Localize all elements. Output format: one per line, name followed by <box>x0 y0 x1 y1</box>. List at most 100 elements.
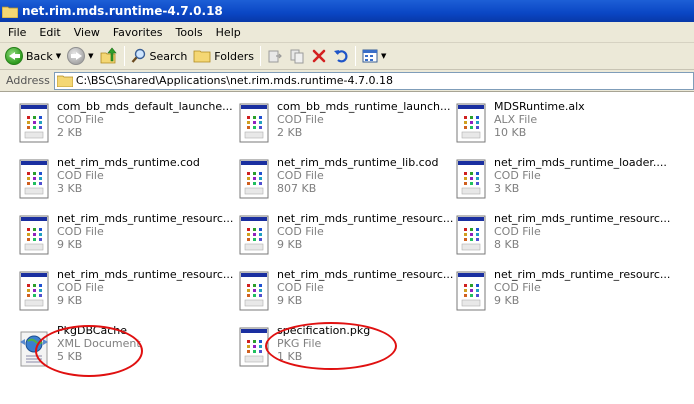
move-to-icon <box>267 48 283 64</box>
file-list-pane: com_bb_mds_default_launche... COD File 2 K… <box>0 92 694 404</box>
file-item[interactable]: net_rim_mds_runtime.cod COD File 3 KB <box>8 154 223 206</box>
toolbar: Back ▼ ▼ Search Folders ▼ <box>0 43 694 70</box>
menu-bar: File Edit View Favorites Tools Help <box>0 22 694 43</box>
move-to-button[interactable] <box>264 44 286 68</box>
address-field[interactable]: C:\BSC\Shared\Applications\net.rim.mds.r… <box>53 71 694 90</box>
file-name: net_rim_mds_runtime_loader.... <box>494 156 667 169</box>
address-label: Address <box>6 74 50 87</box>
forward-dropdown-icon[interactable]: ▼ <box>88 52 93 60</box>
file-item[interactable]: net_rim_mds_runtime_loader.... COD File 3 … <box>445 154 667 206</box>
file-size: 9 KB <box>277 238 303 251</box>
back-dropdown-icon[interactable]: ▼ <box>56 52 61 60</box>
file-size: 8 KB <box>494 238 520 251</box>
file-type: COD File <box>57 113 104 126</box>
address-bar: Address C:\BSC\Shared\Applications\net.r… <box>0 70 694 92</box>
file-type: COD File <box>277 281 324 294</box>
cod-file-icon <box>238 158 272 202</box>
file-item[interactable]: net_rim_mds_runtime_resourc... COD File 9 … <box>8 210 233 262</box>
file-type: COD File <box>57 169 104 182</box>
folder-icon <box>56 75 74 87</box>
file-item[interactable]: com_bb_mds_runtime_launch... COD File 2 KB <box>228 98 450 150</box>
file-name: net_rim_mds_runtime_resourc... <box>494 268 671 281</box>
search-label: Search <box>149 49 188 63</box>
file-type: COD File <box>494 225 541 238</box>
menu-file[interactable]: File <box>0 23 32 42</box>
up-folder-button[interactable] <box>97 44 121 68</box>
delete-x-icon <box>311 48 327 64</box>
file-size: 9 KB <box>57 294 83 307</box>
file-type: COD File <box>57 281 104 294</box>
file-type: COD File <box>57 225 104 238</box>
back-arrow-icon <box>5 47 23 65</box>
cod-file-icon <box>238 214 272 258</box>
file-item[interactable]: net_rim_mds_runtime_resourc... COD File 9 … <box>8 266 233 318</box>
file-size: 807 KB <box>277 182 317 195</box>
file-item[interactable]: net_rim_mds_runtime_resourc... COD File 9 … <box>445 266 670 318</box>
file-size: 9 KB <box>277 294 303 307</box>
file-name: com_bb_mds_default_launche... <box>57 100 233 113</box>
cod-file-icon <box>18 102 52 146</box>
file-name: net_rim_mds_runtime_resourc... <box>57 212 234 225</box>
file-size: 9 KB <box>494 294 520 307</box>
search-button[interactable]: Search <box>128 44 191 68</box>
file-type: ALX File <box>494 113 538 126</box>
window-title: net.rim.mds.runtime-4.7.0.18 <box>22 4 223 18</box>
file-name: MDSRuntime.alx <box>494 100 585 113</box>
delete-button[interactable] <box>308 44 330 68</box>
address-path: C:\BSC\Shared\Applications\net.rim.mds.r… <box>75 74 393 87</box>
menu-edit[interactable]: Edit <box>33 23 66 42</box>
file-item[interactable]: MDSRuntime.alx ALX File 10 KB <box>445 98 660 150</box>
file-item[interactable]: net_rim_mds_runtime_lib.cod COD File 807 K… <box>228 154 443 206</box>
file-size: 3 KB <box>494 182 520 195</box>
up-folder-icon <box>100 47 118 65</box>
folders-icon <box>193 49 211 63</box>
search-icon <box>131 48 147 64</box>
file-name: net_rim_mds_runtime.cod <box>57 156 200 169</box>
cod-file-icon <box>18 214 52 258</box>
menu-tools[interactable]: Tools <box>170 23 209 42</box>
folders-label: Folders <box>214 49 255 63</box>
file-item[interactable]: net_rim_mds_runtime_resourc... COD File 8 … <box>445 210 670 262</box>
undo-button[interactable] <box>330 44 352 68</box>
file-item[interactable]: com_bb_mds_default_launche... COD File 2 K… <box>8 98 233 150</box>
cod-file-icon <box>18 158 52 202</box>
views-grid-icon <box>362 48 378 64</box>
file-type: COD File <box>494 169 541 182</box>
menu-view[interactable]: View <box>68 23 106 42</box>
file-name: net_rim_mds_runtime_resourc... <box>277 212 454 225</box>
file-type: COD File <box>277 113 324 126</box>
file-name: net_rim_mds_runtime_resourc... <box>494 212 671 225</box>
forward-button[interactable]: ▼ <box>64 44 96 68</box>
annotation-circle-specification <box>265 322 397 370</box>
file-type: COD File <box>277 169 324 182</box>
menu-favorites[interactable]: Favorites <box>107 23 169 42</box>
views-button[interactable]: ▼ <box>359 44 389 68</box>
file-size: 9 KB <box>57 238 83 251</box>
cod-file-icon <box>455 214 489 258</box>
cod-file-icon <box>238 270 272 314</box>
copy-to-button[interactable] <box>286 44 308 68</box>
back-label: Back <box>26 49 53 63</box>
file-name: net_rim_mds_runtime_resourc... <box>57 268 234 281</box>
copy-to-icon <box>289 48 305 64</box>
undo-icon <box>333 48 349 64</box>
views-dropdown-icon[interactable]: ▼ <box>381 52 386 60</box>
annotation-circle-pkgdbcache <box>35 325 143 377</box>
menu-help[interactable]: Help <box>210 23 247 42</box>
file-name: com_bb_mds_runtime_launch... <box>277 100 451 113</box>
cod-file-icon <box>455 270 489 314</box>
file-item[interactable]: net_rim_mds_runtime_resourc... COD File 9 … <box>228 210 453 262</box>
title-bar: net.rim.mds.runtime-4.7.0.18 <box>0 0 694 22</box>
file-size: 10 KB <box>494 126 527 139</box>
file-name: net_rim_mds_runtime_resourc... <box>277 268 454 281</box>
file-size: 3 KB <box>57 182 83 195</box>
file-size: 2 KB <box>57 126 83 139</box>
folders-button[interactable]: Folders <box>190 44 257 68</box>
cod-file-icon <box>238 102 272 146</box>
file-type: COD File <box>277 225 324 238</box>
back-button[interactable]: Back ▼ <box>2 44 64 68</box>
forward-arrow-icon <box>67 47 86 65</box>
file-item[interactable]: net_rim_mds_runtime_resourc... COD File 9 … <box>228 266 453 318</box>
file-size: 2 KB <box>277 126 303 139</box>
file-type: COD File <box>494 281 541 294</box>
